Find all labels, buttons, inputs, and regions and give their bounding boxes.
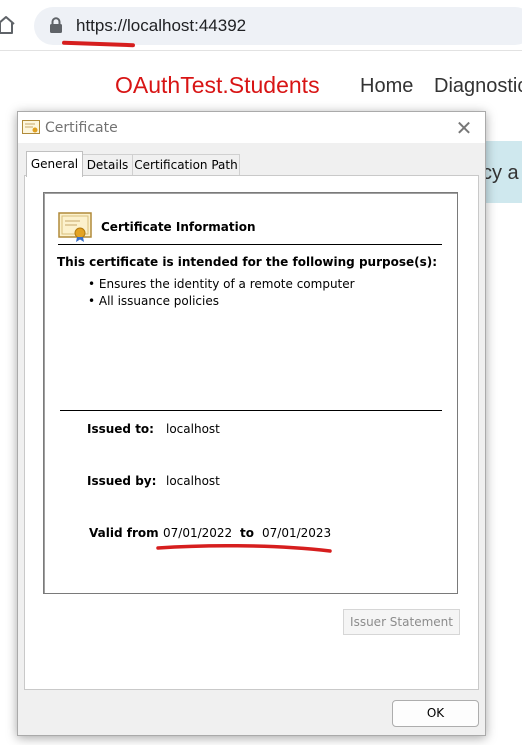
divider — [58, 244, 442, 245]
dialog-titlebar[interactable]: Certificate ✕ — [18, 112, 485, 143]
tab-certification-path[interactable]: Certification Path — [132, 154, 240, 176]
purpose-item: • Ensures the identity of a remote compu… — [88, 277, 355, 291]
url-text[interactable]: https://localhost:44392 — [76, 16, 246, 36]
dialog-title: Certificate — [45, 120, 118, 136]
purpose-item: • All issuance policies — [88, 294, 219, 308]
issuer-statement-button[interactable]: Issuer Statement — [343, 609, 460, 635]
close-icon[interactable]: ✕ — [452, 116, 476, 140]
nav-home[interactable]: Home — [360, 75, 413, 98]
banner-text: cy a — [482, 162, 519, 184]
issued-by-label: Issued by: — [87, 474, 157, 488]
certificate-icon — [22, 120, 40, 134]
site-brand[interactable]: OAuthTest.Students — [115, 72, 320, 99]
certificate-icon — [58, 212, 92, 242]
certificate-info-box: Certificate Information This certificate… — [43, 192, 458, 594]
valid-from-label: Valid from — [89, 526, 159, 540]
issued-to-value: localhost — [166, 422, 220, 436]
purpose-heading: This certificate is intended for the fol… — [57, 255, 438, 269]
certificate-dialog: Certificate ✕ General Details Certificat… — [17, 111, 486, 736]
home-icon[interactable] — [0, 15, 16, 35]
lock-icon[interactable] — [49, 17, 63, 34]
general-tab-panel: Certificate Information This certificate… — [24, 175, 479, 690]
ok-button[interactable]: OK — [392, 700, 479, 727]
divider — [60, 410, 442, 411]
tab-details[interactable]: Details — [82, 154, 133, 176]
issued-to-label: Issued to: — [87, 422, 154, 436]
tab-general[interactable]: General — [26, 151, 83, 177]
certificate-info-heading: Certificate Information — [101, 220, 256, 234]
annotation-underline-dates — [156, 543, 332, 553]
nav-diagnostics[interactable]: Diagnostic — [434, 75, 522, 98]
issued-by-value: localhost — [166, 474, 220, 488]
